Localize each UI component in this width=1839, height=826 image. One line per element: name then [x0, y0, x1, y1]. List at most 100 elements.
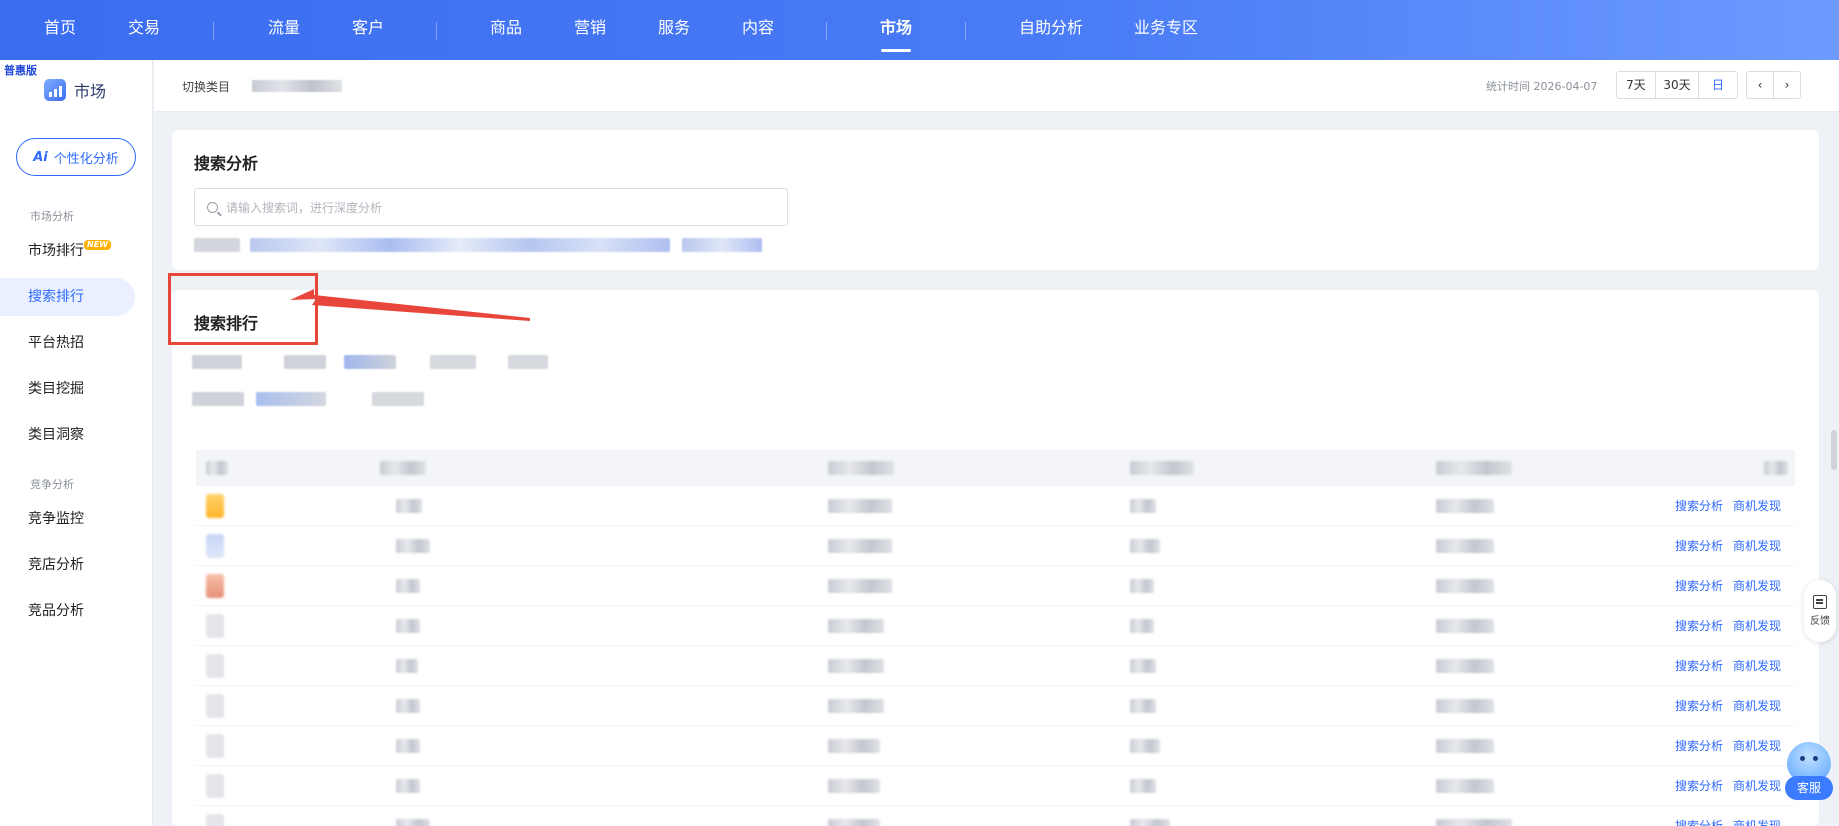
- filter-tab[interactable]: [430, 355, 476, 369]
- filter-tab-active[interactable]: [344, 355, 396, 369]
- search-icon: [207, 201, 218, 213]
- value-cell: [1436, 619, 1494, 633]
- nav-customer[interactable]: 客户: [352, 0, 384, 60]
- new-badge: NEW: [84, 240, 111, 250]
- filter-tab[interactable]: [192, 355, 242, 369]
- search-analysis-link[interactable]: 搜索分析: [1675, 617, 1723, 634]
- nav-divider: [436, 22, 437, 40]
- row-actions: 搜索分析 商机发现: [1675, 777, 1781, 794]
- search-analysis-link[interactable]: 搜索分析: [1675, 577, 1723, 594]
- range-30d-button[interactable]: 30天: [1655, 71, 1699, 99]
- keyword-cell: [396, 659, 418, 673]
- sidebar-item-label: 竞品分析: [28, 603, 84, 619]
- search-ranking-card: 搜索排行 搜索分析 商机发现 搜索分析 商机发现 搜索分析 商机发现 搜索分析 商机发现 搜索分…: [172, 290, 1819, 826]
- nav-market[interactable]: 市场: [880, 0, 912, 60]
- search-analysis-link[interactable]: 搜索分析: [1675, 697, 1723, 714]
- row-actions: 搜索分析 商机发现: [1675, 537, 1781, 554]
- row-actions: 搜索分析 商机发现: [1675, 697, 1781, 714]
- value-cell: [1436, 779, 1494, 793]
- range-day-button[interactable]: 日: [1698, 71, 1738, 99]
- nav-trade[interactable]: 交易: [128, 0, 160, 60]
- row-actions: 搜索分析 商机发现: [1675, 657, 1781, 674]
- filter-option[interactable]: [372, 392, 424, 406]
- sidebar-item-category-mining[interactable]: 类目挖掘: [0, 370, 135, 408]
- nav-traffic[interactable]: 流量: [268, 0, 300, 60]
- nav-business-zone[interactable]: 业务专区: [1134, 0, 1198, 60]
- opportunity-discovery-link[interactable]: 商机发现: [1733, 657, 1781, 674]
- next-date-button[interactable]: ›: [1773, 71, 1801, 99]
- search-analysis-link[interactable]: 搜索分析: [1675, 777, 1723, 794]
- module-title: 市场: [74, 82, 107, 101]
- nav-products[interactable]: 商品: [490, 0, 522, 60]
- feedback-button[interactable]: 反馈: [1804, 580, 1836, 642]
- rank-icon: [206, 494, 224, 518]
- header-cell: [828, 461, 894, 475]
- sidebar-item-competitor-store[interactable]: 竞店分析: [0, 546, 135, 584]
- nav-divider: [965, 22, 966, 40]
- table-row: 搜索分析 商机发现: [196, 526, 1795, 566]
- hot-keyword[interactable]: [194, 238, 240, 252]
- filter-tab[interactable]: [284, 355, 326, 369]
- personalized-analysis-label: 个性化分析: [53, 151, 119, 167]
- opportunity-discovery-link[interactable]: 商机发现: [1733, 697, 1781, 714]
- hot-keyword-list[interactable]: [250, 238, 670, 252]
- sidebar-item-search-ranking[interactable]: 搜索排行: [0, 278, 135, 316]
- search-input[interactable]: 请输入搜索词，进行深度分析: [194, 188, 788, 226]
- category-selector[interactable]: [252, 80, 342, 92]
- search-analysis-link[interactable]: 搜索分析: [1675, 537, 1723, 554]
- opportunity-discovery-link[interactable]: 商机发现: [1733, 497, 1781, 514]
- nav-marketing[interactable]: 营销: [574, 0, 606, 60]
- annotation-arrow-icon: [290, 289, 530, 321]
- sidebar-item-category-insight[interactable]: 类目洞察: [0, 416, 135, 454]
- range-7d-button[interactable]: 7天: [1616, 71, 1656, 99]
- opportunity-discovery-link[interactable]: 商机发现: [1733, 537, 1781, 554]
- filter-tab[interactable]: [508, 355, 548, 369]
- search-analysis-link[interactable]: 搜索分析: [1675, 657, 1723, 674]
- service-label: 客服: [1785, 776, 1833, 800]
- switch-category-label: 切换类目: [182, 80, 231, 94]
- value-cell: [828, 659, 884, 673]
- value-cell: [1130, 539, 1160, 553]
- customer-service-button[interactable]: 客服: [1785, 742, 1833, 802]
- value-cell: [1130, 659, 1156, 673]
- nav-divider: [826, 22, 827, 40]
- prev-date-button[interactable]: ‹: [1746, 71, 1774, 99]
- table-row: 搜索分析 商机发现: [196, 646, 1795, 686]
- value-cell: [1130, 699, 1156, 713]
- nav-service[interactable]: 服务: [658, 0, 690, 60]
- value-cell: [1436, 699, 1494, 713]
- sidebar-item-platform-hot[interactable]: 平台热招: [0, 324, 135, 362]
- header-cell: [1130, 461, 1194, 475]
- header-cell: [380, 461, 426, 475]
- scrollbar-thumb[interactable]: [1831, 430, 1837, 470]
- sub-header: 切换类目 统计时间 2026-04-07 7天 30天 日 ‹ ›: [154, 60, 1839, 112]
- sidebar-item-market-ranking[interactable]: 市场排行 NEW: [0, 232, 135, 270]
- sidebar-item-competition-monitor[interactable]: 竞争监控: [0, 500, 135, 538]
- search-analysis-link[interactable]: 搜索分析: [1675, 737, 1723, 754]
- value-cell: [1436, 739, 1494, 753]
- rank-icon: [206, 574, 224, 598]
- rank-icon: [206, 534, 224, 558]
- sidebar-item-competitor-product[interactable]: 竞品分析: [0, 592, 135, 630]
- value-cell: [1130, 579, 1154, 593]
- market-chart-icon: [44, 79, 66, 101]
- opportunity-discovery-link[interactable]: 商机发现: [1733, 737, 1781, 754]
- search-analysis-link[interactable]: 搜索分析: [1675, 497, 1723, 514]
- nav-home[interactable]: 首页: [44, 0, 76, 60]
- opportunity-discovery-link[interactable]: 商机发现: [1733, 817, 1781, 826]
- hot-keyword[interactable]: [682, 238, 762, 252]
- opportunity-discovery-link[interactable]: 商机发现: [1733, 577, 1781, 594]
- nav-content[interactable]: 内容: [742, 0, 774, 60]
- opportunity-discovery-link[interactable]: 商机发现: [1733, 777, 1781, 794]
- value-cell: [1436, 579, 1494, 593]
- nav-self-analysis[interactable]: 自助分析: [1019, 0, 1083, 60]
- value-cell: [1436, 499, 1494, 513]
- value-cell: [828, 819, 880, 826]
- opportunity-discovery-link[interactable]: 商机发现: [1733, 617, 1781, 634]
- search-analysis-link[interactable]: 搜索分析: [1675, 817, 1723, 826]
- personalized-analysis-button[interactable]: Ai 个性化分析: [16, 138, 136, 176]
- filter-option-active[interactable]: [256, 392, 326, 406]
- filter-option[interactable]: [192, 392, 244, 406]
- group-market-analysis: 市场分析: [30, 210, 74, 223]
- search-analysis-card: 搜索分析 请输入搜索词，进行深度分析: [172, 130, 1819, 270]
